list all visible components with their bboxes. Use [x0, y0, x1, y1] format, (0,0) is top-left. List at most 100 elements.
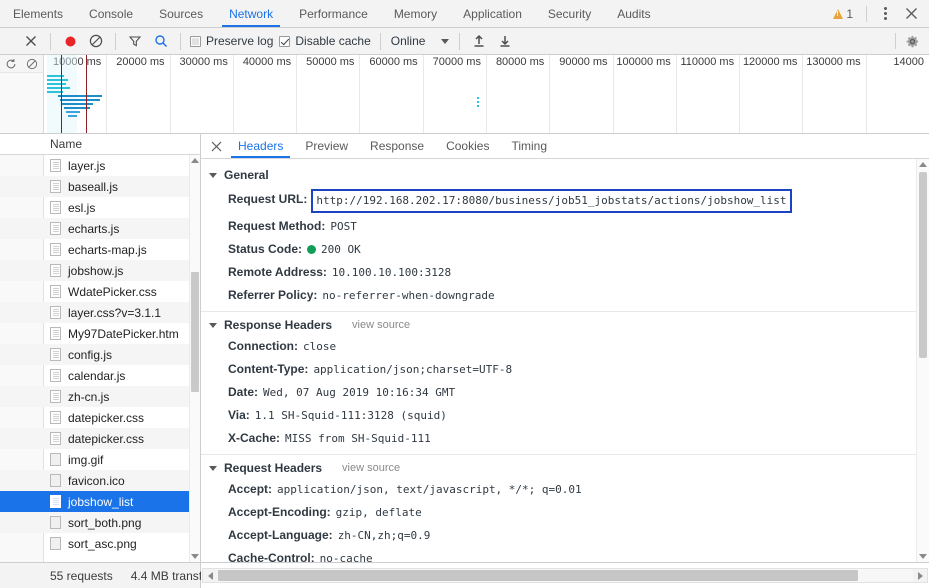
tab-elements[interactable]: Elements	[0, 0, 76, 27]
warning-triangle-icon	[833, 8, 844, 19]
section-header[interactable]: General	[201, 165, 929, 185]
scroll-left-button[interactable]	[203, 569, 217, 582]
reload-button[interactable]	[1, 56, 21, 72]
horizontal-scrollbar[interactable]	[202, 568, 928, 583]
request-list-scrollbar[interactable]	[189, 155, 200, 562]
scroll-down-button[interactable]	[917, 551, 929, 562]
header-row: Via: 1.1 SH-Squid-111:3128 (squid)	[201, 404, 929, 427]
request-name: favicon.ico	[68, 473, 125, 488]
checkbox-box	[279, 35, 291, 47]
detail-tab-timing[interactable]: Timing	[500, 134, 558, 158]
request-name: sort_asc.png	[68, 536, 137, 551]
network-main: Name layer.js baseall.js esl.js echarts.js e…	[0, 134, 929, 562]
headers-content: General Request URL: http://192.168.202.17…	[201, 159, 929, 562]
tab-security[interactable]: Security	[535, 0, 604, 27]
request-list-item[interactable]: esl.js	[0, 197, 200, 218]
request-list-item[interactable]: sort_both.png	[0, 512, 200, 533]
tab-application[interactable]: Application	[450, 0, 535, 27]
throttling-dropdown[interactable]: Online	[387, 34, 454, 48]
scroll-up-button[interactable]	[190, 155, 200, 166]
request-list-item[interactable]: jobshow_list	[0, 491, 200, 512]
request-list-body[interactable]: layer.js baseall.js esl.js echarts.js echart…	[0, 155, 200, 562]
selected-url-highlight[interactable]: http://192.168.202.17:8080/business/job5…	[311, 189, 792, 213]
more-options-button[interactable]	[873, 2, 897, 26]
tab-sources[interactable]: Sources	[146, 0, 216, 27]
request-list-item[interactable]: zh-cn.js	[0, 386, 200, 407]
scroll-down-button[interactable]	[190, 551, 200, 562]
dom-content-loaded-marker	[61, 55, 62, 133]
clear-button[interactable]	[18, 29, 44, 53]
section-title: Request Headers	[224, 461, 323, 475]
request-list-item[interactable]: datepicker.css	[0, 407, 200, 428]
record-button[interactable]	[57, 29, 83, 53]
request-list-item[interactable]: config.js	[0, 344, 200, 365]
script-file-icon	[50, 180, 61, 193]
scroll-right-button[interactable]	[913, 569, 927, 582]
tab-memory[interactable]: Memory	[381, 0, 450, 27]
header-value: http://192.168.202.17:8080/business/job5…	[316, 194, 787, 207]
chevron-up-icon	[191, 158, 199, 163]
chevron-left-icon	[207, 571, 213, 580]
settings-button[interactable]	[900, 29, 924, 53]
ruler-tick-label: 60000 ms	[369, 56, 418, 68]
ruler-tick-label: 120000 ms	[742, 56, 798, 68]
request-list-item[interactable]: layer.css?v=3.1.1	[0, 302, 200, 323]
request-name: esl.js	[68, 200, 96, 215]
header-value: close	[303, 340, 337, 353]
detail-close-button[interactable]	[205, 134, 227, 158]
request-list-item[interactable]: calendar.js	[0, 365, 200, 386]
header-value: no-cache	[319, 552, 373, 562]
search-button[interactable]	[148, 29, 174, 53]
tab-audits[interactable]: Audits	[604, 0, 663, 27]
disable-cache-checkbox[interactable]: Disable cache	[276, 34, 373, 48]
request-name: jobshow.js	[68, 263, 124, 278]
request-list-item[interactable]: datepicker.css	[0, 428, 200, 449]
warning-badge[interactable]: 1	[826, 7, 860, 21]
section-header[interactable]: Request Headers view source	[201, 458, 929, 478]
request-list-item[interactable]: echarts-map.js	[0, 239, 200, 260]
filter-button[interactable]	[122, 29, 148, 53]
ruler-tick-label: 14000	[893, 56, 924, 68]
tab-performance[interactable]: Performance	[286, 0, 381, 27]
request-name: WdatePicker.css	[68, 284, 157, 299]
tab-console[interactable]: Console	[76, 0, 146, 27]
request-list-item[interactable]: favicon.ico	[0, 470, 200, 491]
request-list-item[interactable]: sort_asc.png	[0, 533, 200, 554]
request-list-item[interactable]: baseall.js	[0, 176, 200, 197]
scrollbar-thumb[interactable]	[919, 172, 927, 358]
overview-timeline[interactable]: 10000 ms 20000 ms 30000 ms 40000 ms 50000 ms…	[44, 55, 929, 133]
detail-tab-cookies[interactable]: Cookies	[435, 134, 500, 158]
request-list-item[interactable]: img.gif	[0, 449, 200, 470]
view-source-link[interactable]: view source	[342, 462, 400, 474]
clear-requests-button[interactable]	[83, 29, 109, 53]
import-har-button[interactable]	[466, 29, 492, 53]
detail-tab-preview[interactable]: Preview	[294, 134, 359, 158]
request-list-item[interactable]: My97DatePicker.htm	[0, 323, 200, 344]
scrollbar-thumb[interactable]	[218, 570, 859, 581]
tab-network[interactable]: Network	[216, 0, 286, 27]
export-har-button[interactable]	[492, 29, 518, 53]
scroll-up-button[interactable]	[917, 159, 929, 170]
header-value: no-referrer-when-downgrade	[322, 289, 495, 302]
request-list-item[interactable]: jobshow.js	[0, 260, 200, 281]
section-divider	[201, 311, 929, 312]
detail-tab-headers[interactable]: Headers	[227, 134, 294, 158]
detail-scrollbar[interactable]	[916, 159, 929, 562]
request-list-item[interactable]: WdatePicker.css	[0, 281, 200, 302]
request-name: layer.js	[68, 158, 106, 173]
request-list-item[interactable]: echarts.js	[0, 218, 200, 239]
preserve-log-checkbox[interactable]: Preserve log	[187, 34, 276, 48]
close-devtools-button[interactable]	[899, 2, 923, 26]
stylesheet-file-icon	[50, 285, 61, 298]
overview-clear-button[interactable]	[22, 56, 42, 72]
ruler-tick-label: 40000 ms	[242, 56, 292, 68]
view-source-link[interactable]: view source	[352, 319, 410, 331]
scrollbar-thumb[interactable]	[191, 272, 199, 392]
scrollbar-track[interactable]	[217, 569, 913, 582]
detail-tab-response[interactable]: Response	[359, 134, 435, 158]
status-bar: 55 requests 4.4 MB transferred	[0, 562, 929, 588]
request-list-item[interactable]: layer.js	[0, 155, 200, 176]
chevron-down-icon	[191, 554, 199, 559]
header-row: Connection: close	[201, 335, 929, 358]
section-header[interactable]: Response Headers view source	[201, 315, 929, 335]
